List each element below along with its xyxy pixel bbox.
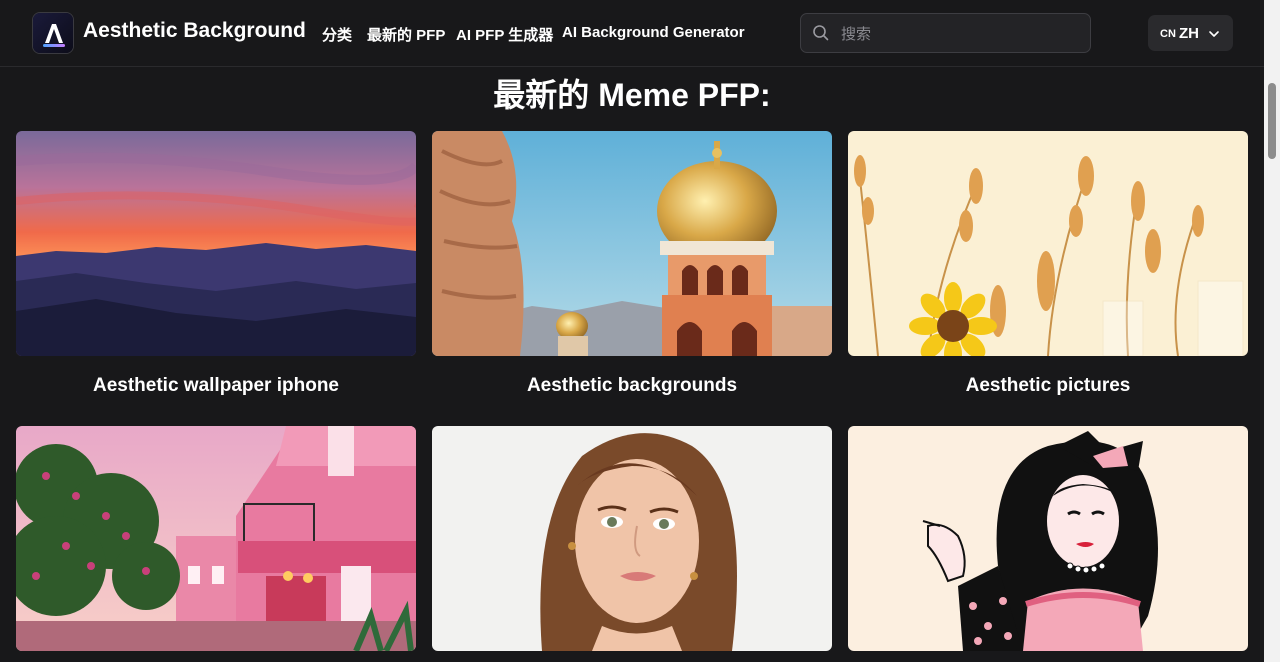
image-card[interactable]: Aesthetic pictures xyxy=(848,131,1248,396)
logo-icon[interactable] xyxy=(32,12,74,54)
card-image-woman-portrait[interactable] xyxy=(432,426,832,651)
card-image-golden-dome-tower[interactable] xyxy=(432,131,832,356)
card-caption[interactable]: Aesthetic pictures xyxy=(848,375,1248,397)
nav-ai-pfp-generator[interactable]: AI PFP 生成器 xyxy=(456,24,553,45)
card-image-pinup-illustration[interactable] xyxy=(848,426,1248,651)
image-card[interactable] xyxy=(432,426,832,651)
scrollbar-thumb[interactable] xyxy=(1268,83,1276,159)
card-caption[interactable]: Aesthetic backgrounds xyxy=(432,375,832,397)
chevron-down-icon xyxy=(1208,27,1220,45)
image-card[interactable] xyxy=(848,426,1248,651)
card-image-wheat-sunflower[interactable] xyxy=(848,131,1248,356)
language-flag: CN xyxy=(1160,28,1176,40)
card-image-sunset-mountains[interactable] xyxy=(16,131,416,356)
page-title: 最新的 Meme PFP: xyxy=(493,77,771,113)
image-card[interactable]: Aesthetic backgrounds xyxy=(432,131,832,396)
search-icon xyxy=(812,24,830,47)
image-card[interactable] xyxy=(16,426,416,651)
page-scrollbar[interactable] xyxy=(1264,0,1280,662)
brand-name[interactable]: Aesthetic Background xyxy=(83,19,306,43)
search-input[interactable] xyxy=(839,14,1083,54)
top-navbar: Aesthetic Background 分类 最新的 PFP AI PFP 生… xyxy=(0,0,1264,67)
image-card[interactable]: Aesthetic wallpaper iphone xyxy=(16,131,416,396)
language-code: ZH xyxy=(1179,25,1199,42)
card-caption[interactable]: Aesthetic wallpaper iphone xyxy=(16,375,416,397)
nav-ai-background-generator[interactable]: AI Background Generator xyxy=(562,24,745,41)
search-box[interactable] xyxy=(800,13,1091,54)
nav-latest-pfp[interactable]: 最新的 PFP xyxy=(367,24,445,45)
language-selector[interactable]: CN ZH xyxy=(1148,15,1233,51)
card-image-pink-buildings[interactable] xyxy=(16,426,416,651)
nav-categories[interactable]: 分类 xyxy=(322,24,352,45)
